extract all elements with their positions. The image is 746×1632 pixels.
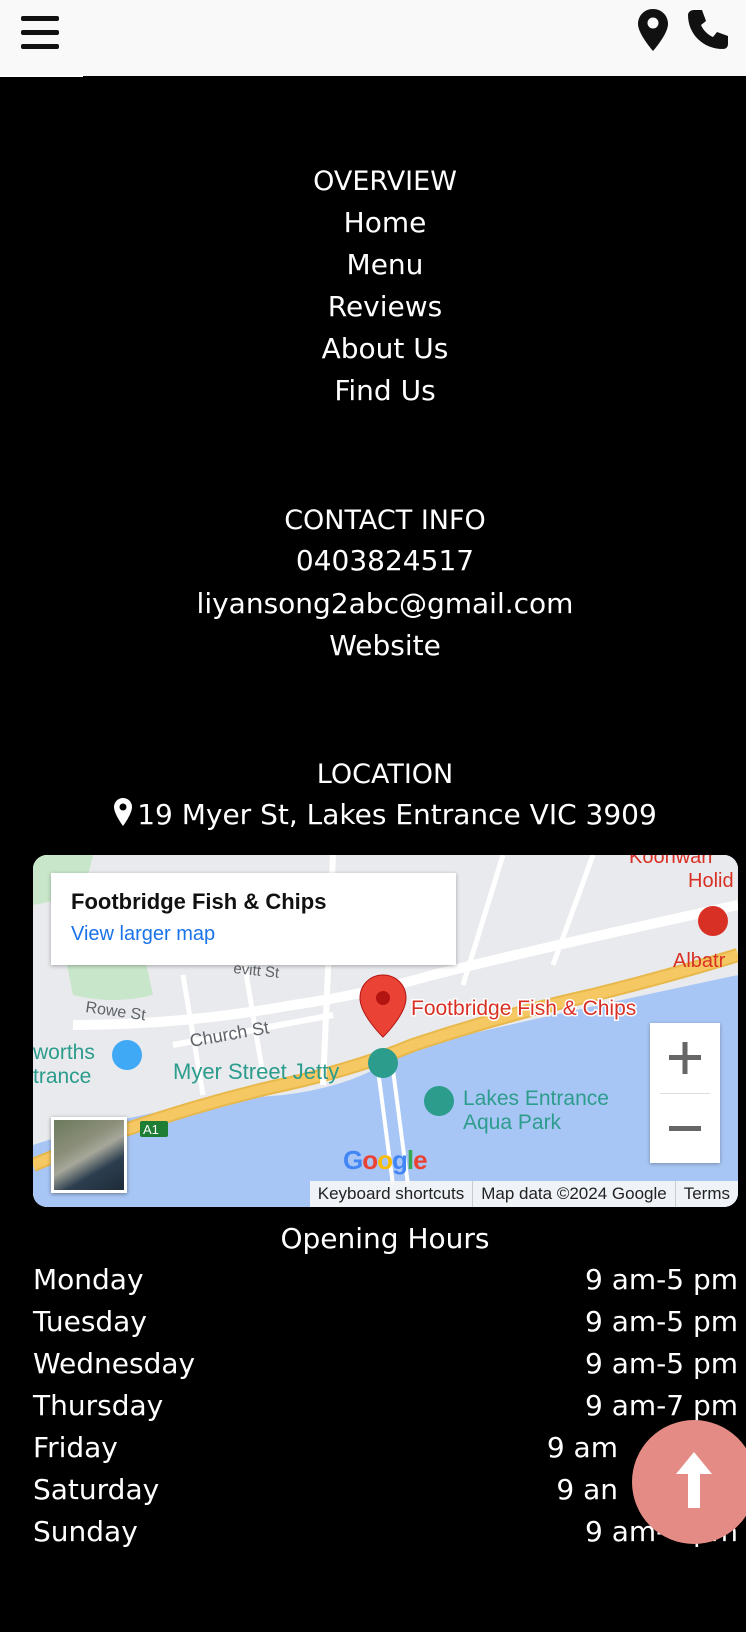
- nav-link-find-us[interactable]: Find Us: [0, 370, 746, 412]
- map-pin-icon: [114, 798, 133, 826]
- zoom-out-button[interactable]: [650, 1093, 720, 1163]
- hours-time: 9 am: [546, 1431, 618, 1464]
- hours-day: Thursday: [33, 1389, 164, 1422]
- view-larger-map-link[interactable]: View larger map: [71, 923, 215, 946]
- map-label-jetty: Myer Street Jetty: [173, 1059, 339, 1084]
- hours-row: Wednesday 9 am-5 pm: [33, 1343, 738, 1385]
- zoom-in-button[interactable]: [650, 1023, 720, 1093]
- hours-day: Wednesday: [33, 1347, 196, 1380]
- map-label-koonwarra: Koonwarr: [629, 855, 715, 868]
- map-label-woolworths: worths: [33, 1041, 95, 1064]
- address-text: 19 Myer St, Lakes Entrance VIC 3909: [137, 798, 657, 831]
- hours-row: Tuesday 9 am-5 pm: [33, 1301, 738, 1343]
- minus-icon: [669, 1126, 701, 1131]
- hours-time: 9 am-5 pm: [584, 1305, 738, 1338]
- hours-day: Sunday: [33, 1515, 138, 1548]
- opening-hours-heading: Opening Hours: [280, 1222, 490, 1255]
- contact-email-link[interactable]: liyansong2abc@gmail.com: [0, 583, 746, 625]
- location-address: 19 Myer St, Lakes Entrance VIC 3909: [0, 794, 746, 836]
- hours-day: Tuesday: [33, 1305, 147, 1338]
- map-label-holiday: Holid: [688, 870, 734, 892]
- map-info-card: Footbridge Fish & Chips View larger map: [51, 873, 456, 965]
- keyboard-shortcuts-link[interactable]: Keyboard shortcuts: [310, 1181, 472, 1207]
- map-label-albatross: Albatr: [673, 950, 726, 972]
- contact-heading: CONTACT INFO: [284, 505, 486, 536]
- nav-link-menu[interactable]: Menu: [0, 244, 746, 286]
- hours-time: 9 am-5 pm: [584, 1263, 738, 1296]
- hours-time: 9 an: [556, 1473, 618, 1506]
- overview-heading: OVERVIEW: [313, 166, 457, 197]
- map-label-place: Footbridge Fish & Chips: [411, 997, 636, 1020]
- map-place-name: Footbridge Fish & Chips: [71, 889, 327, 914]
- location-heading: LOCATION: [316, 759, 454, 790]
- nav-link-reviews[interactable]: Reviews: [0, 286, 746, 328]
- map-attribution-bar: Keyboard shortcuts Map data ©2024 Google…: [309, 1181, 738, 1207]
- map-label-entrance: trance: [33, 1065, 91, 1088]
- satellite-toggle[interactable]: [51, 1117, 127, 1193]
- map-label-a1: A1: [143, 1122, 159, 1137]
- contact-phone-link[interactable]: 0403824517: [0, 540, 746, 582]
- map-zoom-controls: [650, 1023, 720, 1163]
- map-label-aqua: Aqua Park: [463, 1111, 562, 1134]
- scroll-to-top-button[interactable]: [632, 1420, 746, 1544]
- contact-website-link[interactable]: Website: [0, 625, 746, 667]
- hours-day: Monday: [33, 1263, 144, 1296]
- nav-link-about-us[interactable]: About Us: [0, 328, 746, 370]
- plus-icon: [669, 1042, 701, 1074]
- arrow-up-icon: [676, 1452, 712, 1508]
- top-navbar: [0, 0, 746, 76]
- map-label-lakes: Lakes Entrance: [463, 1087, 609, 1110]
- hamburger-menu-icon[interactable]: [21, 16, 59, 50]
- nav-underline: [0, 75, 83, 77]
- hours-time: 9 am-5 pm: [584, 1347, 738, 1380]
- nav-link-home[interactable]: Home: [0, 202, 746, 244]
- map-data-text: Map data ©2024 Google: [472, 1181, 675, 1207]
- hours-row: Monday 9 am-5 pm: [33, 1259, 738, 1301]
- hours-day: Saturday: [33, 1473, 160, 1506]
- embedded-map[interactable]: Rowe St Church St Myer Street Jetty Lake…: [33, 855, 738, 1207]
- map-pin-icon[interactable]: [636, 8, 670, 52]
- google-logo: Google: [343, 1145, 428, 1175]
- terms-link[interactable]: Terms: [674, 1181, 738, 1207]
- phone-icon[interactable]: [684, 7, 730, 53]
- hours-day: Friday: [33, 1431, 118, 1464]
